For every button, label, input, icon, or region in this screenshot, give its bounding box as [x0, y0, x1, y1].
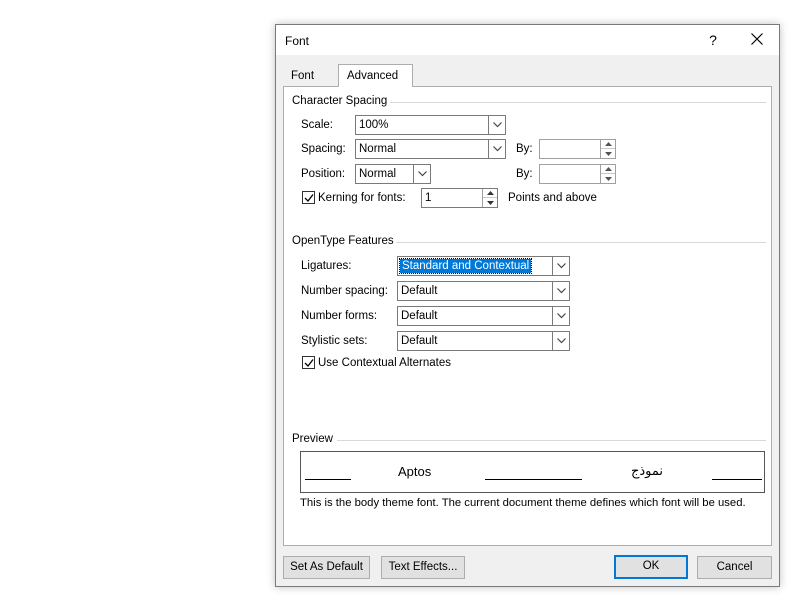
tab-advanced-label: Advanced	[347, 70, 399, 82]
preview-underline	[712, 479, 762, 480]
chevron-down-icon	[556, 338, 566, 344]
ligatures-combo[interactable]: Standard and Contextual	[397, 256, 570, 276]
checkmark-icon	[304, 194, 314, 202]
arrow-up-icon	[604, 167, 612, 171]
text-effects-button[interactable]: Text Effects...	[381, 556, 465, 579]
ligatures-value: Standard and Contextual	[398, 258, 533, 274]
number-forms-label: Number forms:	[301, 310, 378, 322]
arrow-up-icon	[486, 191, 494, 195]
preview-arabic-sample: نموذج	[631, 464, 664, 479]
position-by-spinner[interactable]	[539, 164, 616, 184]
tab-font-label: Font	[291, 70, 315, 82]
spinner-buttons	[600, 165, 615, 183]
position-label: Position:	[301, 168, 346, 180]
number-spacing-value: Default	[401, 285, 438, 297]
arrow-down-icon	[486, 200, 494, 205]
kerning-value: 1	[425, 192, 432, 204]
set-as-default-button[interactable]: Set As Default	[283, 556, 370, 579]
position-value: Normal	[359, 168, 397, 180]
ligatures-dropdown-button[interactable]	[552, 257, 569, 275]
spin-up-button[interactable]	[483, 189, 497, 198]
spacing-dropdown-button[interactable]	[488, 140, 505, 158]
spin-down-button[interactable]	[601, 174, 615, 183]
preview-underline	[305, 479, 351, 480]
chevron-down-icon	[492, 146, 502, 152]
cancel-button[interactable]: Cancel	[697, 556, 772, 579]
font-dialog: Font ? Font Advanced Character Spacing S…	[275, 24, 780, 587]
ok-button[interactable]: OK	[614, 555, 688, 579]
spin-up-button[interactable]	[601, 140, 615, 149]
preview-underline	[485, 479, 533, 480]
divider	[390, 102, 766, 103]
number-spacing-label: Number spacing:	[301, 285, 388, 297]
advanced-panel: Character Spacing Scale: 100% Spacing: N…	[283, 86, 772, 546]
chevron-down-icon	[556, 288, 566, 294]
kerning-suffix-label: Points and above	[508, 192, 597, 204]
help-button[interactable]: ?	[703, 30, 723, 50]
checkmark-icon	[304, 359, 314, 367]
arrow-down-icon	[604, 151, 612, 156]
number-spacing-combo[interactable]: Default	[397, 281, 570, 301]
stylistic-sets-combo[interactable]: Default	[397, 331, 570, 351]
dialog-title: Font	[285, 34, 310, 48]
spin-down-button[interactable]	[483, 198, 497, 207]
close-button[interactable]	[743, 28, 771, 52]
chevron-down-icon	[556, 263, 566, 269]
spacing-combo[interactable]: Normal	[355, 139, 506, 159]
stylistic-sets-dropdown-button[interactable]	[552, 332, 569, 350]
scale-value: 100%	[359, 119, 389, 131]
kerning-spinner[interactable]: 1	[421, 188, 498, 208]
spacing-by-label: By:	[516, 143, 533, 155]
divider	[396, 242, 766, 243]
stylistic-sets-value: Default	[401, 335, 438, 347]
stylistic-sets-label: Stylistic sets:	[301, 335, 368, 347]
contextual-alternates-label: Use Contextual Alternates	[318, 357, 451, 369]
position-by-label: By:	[516, 168, 533, 180]
position-combo[interactable]: Normal	[355, 164, 431, 184]
spacing-value: Normal	[359, 143, 397, 155]
chevron-down-icon	[417, 171, 427, 177]
number-forms-dropdown-button[interactable]	[552, 307, 569, 325]
character-spacing-heading: Character Spacing	[292, 95, 388, 107]
number-spacing-dropdown-button[interactable]	[552, 282, 569, 300]
chevron-down-icon	[492, 122, 502, 128]
spacing-by-spinner[interactable]	[539, 139, 616, 159]
opentype-heading: OpenType Features	[292, 235, 394, 247]
title-bar: Font ?	[276, 25, 779, 55]
number-forms-value: Default	[401, 310, 438, 322]
kerning-label: Kerning for fonts:	[318, 192, 406, 204]
scale-dropdown-button[interactable]	[488, 116, 505, 134]
position-dropdown-button[interactable]	[413, 165, 430, 183]
preview-underline	[533, 479, 582, 480]
close-icon	[751, 33, 763, 45]
preview-latin-sample: Aptos	[398, 464, 432, 479]
kerning-checkbox[interactable]	[302, 191, 315, 204]
arrow-up-icon	[604, 142, 612, 146]
number-forms-combo[interactable]: Default	[397, 306, 570, 326]
spinner-buttons	[600, 140, 615, 158]
preview-box: Aptos نموذج	[300, 451, 765, 493]
ligatures-label: Ligatures:	[301, 260, 352, 272]
tab-font[interactable]: Font	[283, 68, 339, 86]
divider	[337, 440, 766, 441]
scale-label: Scale:	[301, 119, 333, 131]
spin-up-button[interactable]	[601, 165, 615, 174]
arrow-down-icon	[604, 176, 612, 181]
chevron-down-icon	[556, 313, 566, 319]
preview-caption: This is the body theme font. The current…	[300, 497, 746, 509]
spinner-buttons	[482, 189, 497, 207]
tab-advanced[interactable]: Advanced	[338, 64, 413, 87]
contextual-alternates-checkbox[interactable]	[302, 356, 315, 369]
preview-heading: Preview	[292, 433, 333, 445]
scale-combo[interactable]: 100%	[355, 115, 506, 135]
spin-down-button[interactable]	[601, 149, 615, 158]
spacing-label: Spacing:	[301, 143, 346, 155]
